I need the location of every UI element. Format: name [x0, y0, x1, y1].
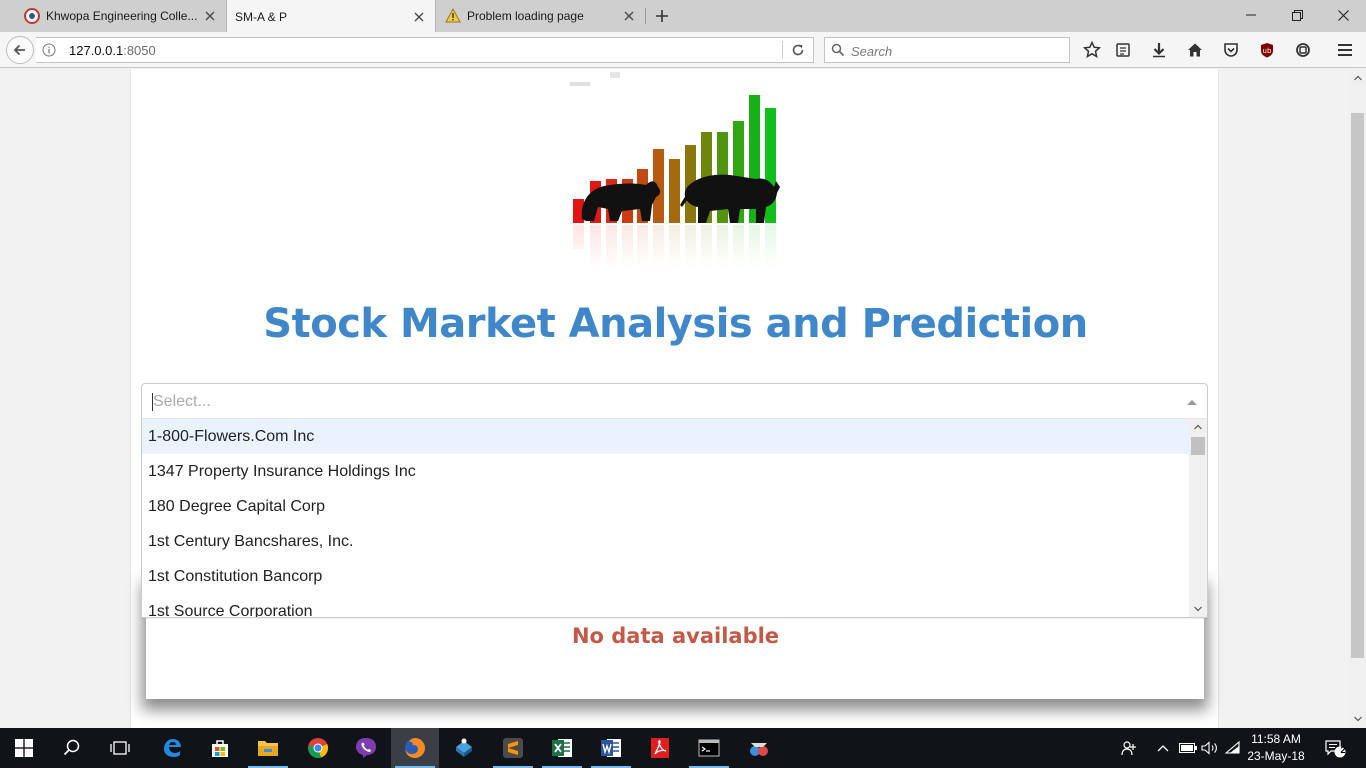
tab-strip: Khwopa Engineering Colle... SM-A & P Pro… [0, 0, 1366, 33]
dropdown-option[interactable]: 1-800-Flowers.Com Inc [142, 419, 1190, 454]
dropdown-scrollbar[interactable] [1189, 419, 1207, 617]
url-separator [782, 41, 783, 59]
dropdown-option[interactable]: 1347 Property Insurance Holdings Inc [142, 454, 1190, 489]
dropdown-option[interactable]: 1st Constitution Bancorp [142, 559, 1190, 594]
select-placeholder: Select... [153, 393, 211, 410]
search-icon [831, 43, 845, 57]
text-cursor [152, 393, 153, 411]
search-bar[interactable]: Search [824, 37, 1070, 63]
bookmark-star-icon[interactable] [1083, 41, 1101, 59]
dropdown-menu: 1-800-Flowers.Com Inc 1347 Property Insu… [141, 418, 1208, 618]
pocket-icon[interactable] [1222, 41, 1240, 59]
battery-icon[interactable] [1178, 728, 1198, 768]
scroll-down-arrow-icon[interactable] [1349, 712, 1366, 726]
clock-time: 11:58 AM [1251, 732, 1301, 746]
empty-state-message: No data available [571, 624, 780, 648]
word-icon[interactable] [587, 728, 635, 768]
scrollbar-thumb[interactable] [1191, 437, 1205, 455]
url-text: 127.0.0.1:8050 [69, 43, 156, 58]
info-icon[interactable] [42, 43, 56, 57]
edge-icon[interactable] [148, 728, 196, 768]
volume-icon[interactable] [1200, 728, 1220, 768]
command-prompt-icon[interactable] [685, 728, 733, 768]
tab-sm-ap[interactable]: SM-A & P [226, 0, 436, 33]
store-icon[interactable] [196, 728, 244, 768]
minimize-button[interactable] [1228, 0, 1274, 30]
search-icon[interactable] [48, 728, 96, 768]
close-window-button[interactable] [1320, 0, 1366, 30]
close-tab-icon[interactable] [202, 8, 218, 24]
tab-problem-loading[interactable]: Problem loading page [437, 0, 645, 32]
tab-khwopa[interactable]: Khwopa Engineering Colle... [16, 0, 226, 32]
firefox-icon[interactable] [391, 728, 439, 768]
dropdown-option[interactable]: 1st Source Corporation [142, 594, 1190, 618]
restore-button[interactable] [1274, 0, 1320, 30]
clock-date: 23-May-18 [1247, 749, 1305, 763]
home-icon[interactable] [1186, 41, 1204, 59]
snipping-tool-icon[interactable] [735, 728, 783, 768]
search-placeholder: Search [851, 44, 893, 59]
back-arrow-icon [13, 44, 25, 56]
svg-text:ub: ub [1263, 47, 1272, 55]
dropdown-option[interactable]: 1st Century Bancshares, Inc. [142, 524, 1190, 559]
action-center-button[interactable]: 2 [1320, 728, 1350, 768]
reading-list-icon[interactable] [1114, 41, 1132, 59]
tab-separator [645, 8, 646, 24]
back-button[interactable] [6, 36, 34, 64]
bull-bear-chart-logo [560, 72, 792, 269]
college-favicon [24, 8, 40, 24]
downloads-icon[interactable] [1150, 41, 1168, 59]
reload-icon[interactable] [790, 42, 806, 58]
windows-logo-icon [15, 739, 33, 757]
acrobat-icon[interactable] [636, 728, 684, 768]
network-app-icon[interactable] [440, 728, 488, 768]
tab-title: SM-A & P [235, 9, 288, 24]
chrome-icon[interactable] [294, 728, 342, 768]
task-view-icon[interactable] [96, 728, 144, 768]
dropdown-arrow-icon[interactable] [1187, 400, 1197, 405]
stock-select-dropdown[interactable]: Select... [141, 383, 1208, 419]
warning-icon [445, 8, 461, 23]
windows-taskbar: 11:58 AM 23-May-18 2 [0, 728, 1366, 768]
start-button[interactable] [0, 728, 48, 768]
excel-icon[interactable] [538, 728, 586, 768]
scroll-up-arrow-icon[interactable] [1189, 420, 1207, 434]
tab-title: Problem loading page [467, 9, 584, 23]
close-tab-icon[interactable] [411, 9, 427, 25]
address-bar[interactable]: 127.0.0.1:8050 [36, 37, 814, 63]
menu-hamburger-icon[interactable] [1336, 41, 1354, 59]
sync-icon[interactable] [1294, 41, 1312, 59]
sublime-text-icon[interactable] [489, 728, 537, 768]
page-viewport: Stock Market Analysis and Prediction No … [0, 69, 1349, 728]
viber-icon[interactable] [342, 728, 390, 768]
page-scrollbar[interactable] [1349, 69, 1366, 728]
system-clock[interactable]: 11:58 AM 23-May-18 [1240, 731, 1312, 765]
notification-count-badge: 2 [1340, 745, 1346, 755]
scroll-down-arrow-icon[interactable] [1189, 602, 1207, 616]
close-tab-icon[interactable] [621, 8, 637, 24]
page-title: Stock Market Analysis and Prediction [263, 301, 1088, 347]
page-container: Stock Market Analysis and Prediction No … [130, 69, 1219, 728]
new-tab-button[interactable] [650, 4, 674, 28]
people-icon[interactable] [1118, 728, 1140, 768]
scrollbar-thumb[interactable] [1351, 113, 1364, 658]
navigation-toolbar: 127.0.0.1:8050 Search ub [0, 32, 1366, 68]
ublock-icon[interactable]: ub [1258, 41, 1276, 59]
scroll-up-arrow-icon[interactable] [1349, 71, 1366, 85]
file-explorer-icon[interactable] [244, 728, 292, 768]
dropdown-option[interactable]: 180 Degree Capital Corp [142, 489, 1190, 524]
chevron-up-icon[interactable] [1154, 728, 1172, 768]
tab-title: Khwopa Engineering Colle... [46, 9, 198, 23]
